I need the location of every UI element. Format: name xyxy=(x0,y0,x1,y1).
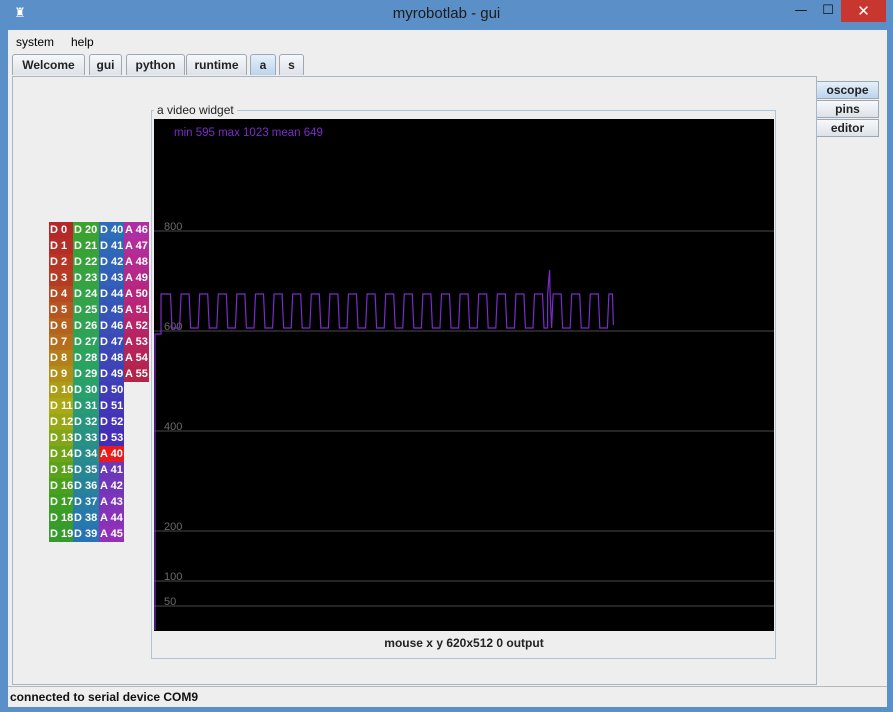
pin-d3[interactable]: D 3 xyxy=(49,270,74,286)
pin-d26[interactable]: D 26 xyxy=(73,318,99,334)
minimize-button[interactable]: — xyxy=(788,0,814,22)
window-title: myrobotlab - gui xyxy=(392,5,501,22)
pin-a47[interactable]: A 47 xyxy=(124,238,149,254)
pin-d36[interactable]: D 36 xyxy=(73,478,99,494)
pin-d2[interactable]: D 2 xyxy=(49,254,74,270)
pin-d30[interactable]: D 30 xyxy=(73,382,99,398)
pin-d13[interactable]: D 13 xyxy=(49,430,74,446)
pin-a48[interactable]: A 48 xyxy=(124,254,149,270)
pin-d42[interactable]: D 42 xyxy=(99,254,124,270)
pin-d47[interactable]: D 47 xyxy=(99,334,124,350)
status-bar-divider xyxy=(8,686,887,687)
pin-d31[interactable]: D 31 xyxy=(73,398,99,414)
pin-d45[interactable]: D 45 xyxy=(99,302,124,318)
pin-d21[interactable]: D 21 xyxy=(73,238,99,254)
pin-d8[interactable]: D 8 xyxy=(49,350,74,366)
pin-d39[interactable]: D 39 xyxy=(73,526,99,542)
pin-d10[interactable]: D 10 xyxy=(49,382,74,398)
oscope-grid-label: 50 xyxy=(164,596,176,608)
tab-python[interactable]: python xyxy=(126,54,185,75)
pin-d49[interactable]: D 49 xyxy=(99,366,124,382)
oscope-grid-label: 100 xyxy=(164,571,182,583)
pin-d34[interactable]: D 34 xyxy=(73,446,99,462)
pin-d50[interactable]: D 50 xyxy=(99,382,124,398)
pin-d27[interactable]: D 27 xyxy=(73,334,99,350)
oscope-grid-label: 200 xyxy=(164,521,182,533)
pin-a43[interactable]: A 43 xyxy=(99,494,124,510)
pin-d14[interactable]: D 14 xyxy=(49,446,74,462)
tab-gui[interactable]: gui xyxy=(89,54,122,75)
tab-runtime[interactable]: runtime xyxy=(186,54,247,75)
pin-a46[interactable]: A 46 xyxy=(124,222,149,238)
oscope-gridlines: 80060040020010050 xyxy=(154,221,774,608)
pin-d33[interactable]: D 33 xyxy=(73,430,99,446)
tab-a[interactable]: a xyxy=(250,54,276,75)
pin-d44[interactable]: D 44 xyxy=(99,286,124,302)
pin-d25[interactable]: D 25 xyxy=(73,302,99,318)
pin-d12[interactable]: D 12 xyxy=(49,414,74,430)
status-bar-text: connected to serial device COM9 xyxy=(10,690,199,704)
pin-d46[interactable]: D 46 xyxy=(99,318,124,334)
pin-d24[interactable]: D 24 xyxy=(73,286,99,302)
pin-d18[interactable]: D 18 xyxy=(49,510,74,526)
pin-d37[interactable]: D 37 xyxy=(73,494,99,510)
video-widget-title: a video widget xyxy=(154,102,237,118)
tab-oscope[interactable]: oscope xyxy=(817,81,879,99)
pin-d6[interactable]: D 6 xyxy=(49,318,74,334)
pin-d19[interactable]: D 19 xyxy=(49,526,74,542)
close-button[interactable]: ✕ xyxy=(841,0,886,22)
oscope-stats-readout: min 595 max 1023 mean 649 xyxy=(174,127,323,139)
pin-d16[interactable]: D 16 xyxy=(49,478,74,494)
pin-d32[interactable]: D 32 xyxy=(73,414,99,430)
pin-d52[interactable]: D 52 xyxy=(99,414,124,430)
pin-d11[interactable]: D 11 xyxy=(49,398,74,414)
oscope-grid-label: 400 xyxy=(164,421,182,433)
tab-pins[interactable]: pins xyxy=(817,100,879,118)
menu-system[interactable]: system xyxy=(16,31,54,53)
menu-bar: system help xyxy=(8,31,887,53)
oscope-trace-canvas: 80060040020010050 xyxy=(154,221,774,630)
pin-d22[interactable]: D 22 xyxy=(73,254,99,270)
pin-d4[interactable]: D 4 xyxy=(49,286,74,302)
oscope-grid-label: 800 xyxy=(164,221,182,233)
tab-s[interactable]: s xyxy=(279,54,304,75)
pin-d15[interactable]: D 15 xyxy=(49,462,74,478)
tab-welcome[interactable]: Welcome xyxy=(12,54,85,75)
pin-d43[interactable]: D 43 xyxy=(99,270,124,286)
pin-d35[interactable]: D 35 xyxy=(73,462,99,478)
pin-a54[interactable]: A 54 xyxy=(124,350,149,366)
mouse-status-label: mouse x y 620x512 0 output xyxy=(384,636,544,650)
oscope-signal-trace xyxy=(154,269,614,630)
pin-a53[interactable]: A 53 xyxy=(124,334,149,350)
pin-a52[interactable]: A 52 xyxy=(124,318,149,334)
pin-a42[interactable]: A 42 xyxy=(99,478,124,494)
pin-a41[interactable]: A 41 xyxy=(99,462,124,478)
pin-d29[interactable]: D 29 xyxy=(73,366,99,382)
pin-d51[interactable]: D 51 xyxy=(99,398,124,414)
pin-d0[interactable]: D 0 xyxy=(49,222,74,238)
menu-help[interactable]: help xyxy=(71,31,94,53)
pin-d1[interactable]: D 1 xyxy=(49,238,74,254)
pin-a51[interactable]: A 51 xyxy=(124,302,149,318)
pin-a50[interactable]: A 50 xyxy=(124,286,149,302)
pin-a40[interactable]: A 40 xyxy=(99,446,124,462)
pin-d17[interactable]: D 17 xyxy=(49,494,74,510)
pin-d38[interactable]: D 38 xyxy=(73,510,99,526)
pin-d20[interactable]: D 20 xyxy=(73,222,99,238)
tab-editor[interactable]: editor xyxy=(817,119,879,137)
pin-d23[interactable]: D 23 xyxy=(73,270,99,286)
pin-d53[interactable]: D 53 xyxy=(99,430,124,446)
pin-d9[interactable]: D 9 xyxy=(49,366,74,382)
pin-d28[interactable]: D 28 xyxy=(73,350,99,366)
pin-d48[interactable]: D 48 xyxy=(99,350,124,366)
pin-d41[interactable]: D 41 xyxy=(99,238,124,254)
pin-d7[interactable]: D 7 xyxy=(49,334,74,350)
pin-a49[interactable]: A 49 xyxy=(124,270,149,286)
pin-d40[interactable]: D 40 xyxy=(99,222,124,238)
pin-a55[interactable]: A 55 xyxy=(124,366,149,382)
pin-a45[interactable]: A 45 xyxy=(99,526,124,542)
pin-a44[interactable]: A 44 xyxy=(99,510,124,526)
pin-d5[interactable]: D 5 xyxy=(49,302,74,318)
maximize-button[interactable]: ☐ xyxy=(815,0,841,22)
